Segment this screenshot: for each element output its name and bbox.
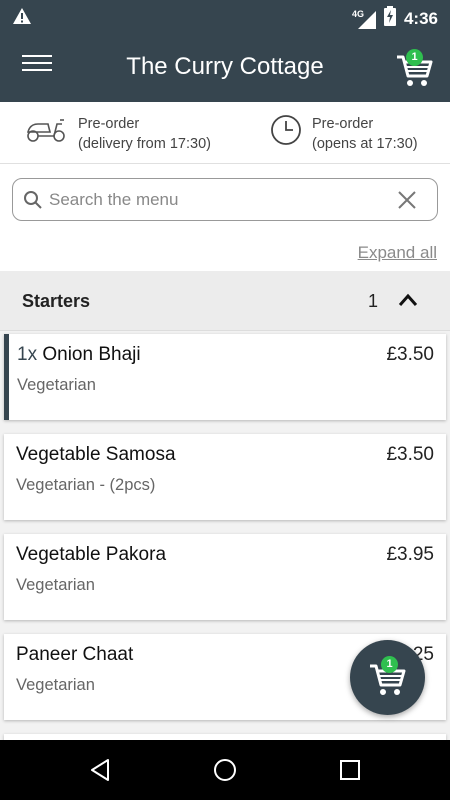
menu-item[interactable]: Vegetable Samosa £3.50 Vegetarian - (2pc… xyxy=(4,434,446,520)
delivery-info: Pre-order (delivery from 17:30) xyxy=(24,114,211,154)
recents-icon[interactable] xyxy=(338,758,362,782)
item-description: Vegetarian xyxy=(16,576,95,594)
warning-icon xyxy=(12,6,32,31)
status-time: 4:36 xyxy=(403,8,438,28)
signal-icon: 4G xyxy=(351,8,376,29)
item-price: £3.50 xyxy=(386,344,434,365)
opening-line1: Pre-order xyxy=(312,116,374,132)
clock-icon xyxy=(271,115,301,145)
app-bar: The Curry Cottage 1 xyxy=(0,33,450,102)
order-info-row: Pre-order (delivery from 17:30) Pre-orde… xyxy=(0,102,450,164)
item-name: 1x Onion Bhaji xyxy=(17,344,141,366)
delivery-line1: Pre-order xyxy=(78,116,140,132)
close-icon[interactable] xyxy=(397,190,417,210)
battery-icon xyxy=(383,6,396,31)
system-nav-bar xyxy=(0,740,450,800)
item-name-text: Onion Bhaji xyxy=(42,344,141,365)
item-description: Vegetarian xyxy=(16,676,95,694)
opening-info: Pre-order (opens at 17:30) xyxy=(270,114,418,154)
floating-cart-button[interactable]: 1 xyxy=(350,640,425,715)
item-quantity: 1x xyxy=(17,344,38,365)
item-name: Vegetable Samosa xyxy=(16,444,176,465)
back-icon[interactable] xyxy=(88,758,112,782)
delivery-line2: (delivery from 17:30) xyxy=(78,136,211,152)
expand-all-link[interactable]: Expand all xyxy=(358,243,437,263)
item-description: Vegetarian xyxy=(17,376,96,394)
section-header-starters[interactable]: Starters 1 xyxy=(0,271,450,331)
cart-count-badge: 1 xyxy=(381,656,398,673)
cart-button[interactable]: 1 xyxy=(394,45,438,89)
section-title: Starters xyxy=(22,291,91,311)
scooter-icon xyxy=(26,119,65,142)
opening-line2: (opens at 17:30) xyxy=(312,136,418,152)
item-price: £3.50 xyxy=(386,444,434,465)
search-section: Expand all xyxy=(0,164,450,271)
item-description: Vegetarian - (2pcs) xyxy=(16,476,156,494)
section-count: 1 xyxy=(367,291,378,311)
search-icon xyxy=(24,191,42,209)
cart-count-badge: 1 xyxy=(406,49,423,66)
item-price: £3.95 xyxy=(386,544,434,565)
home-icon[interactable] xyxy=(213,758,237,782)
page-title: The Curry Cottage xyxy=(126,53,324,80)
search-box xyxy=(12,178,438,221)
item-name: Paneer Chaat xyxy=(16,644,134,665)
chevron-up-icon[interactable] xyxy=(398,293,418,307)
menu-item[interactable]: Vegetable Pakora £3.95 Vegetarian xyxy=(4,534,446,620)
status-bar: 4G 4:36 xyxy=(0,0,450,33)
network-label: 4G xyxy=(351,8,364,19)
menu-item[interactable]: 1x Onion Bhaji £3.50 Vegetarian xyxy=(4,334,446,420)
search-input[interactable] xyxy=(49,179,379,220)
item-name: Vegetable Pakora xyxy=(16,544,167,565)
